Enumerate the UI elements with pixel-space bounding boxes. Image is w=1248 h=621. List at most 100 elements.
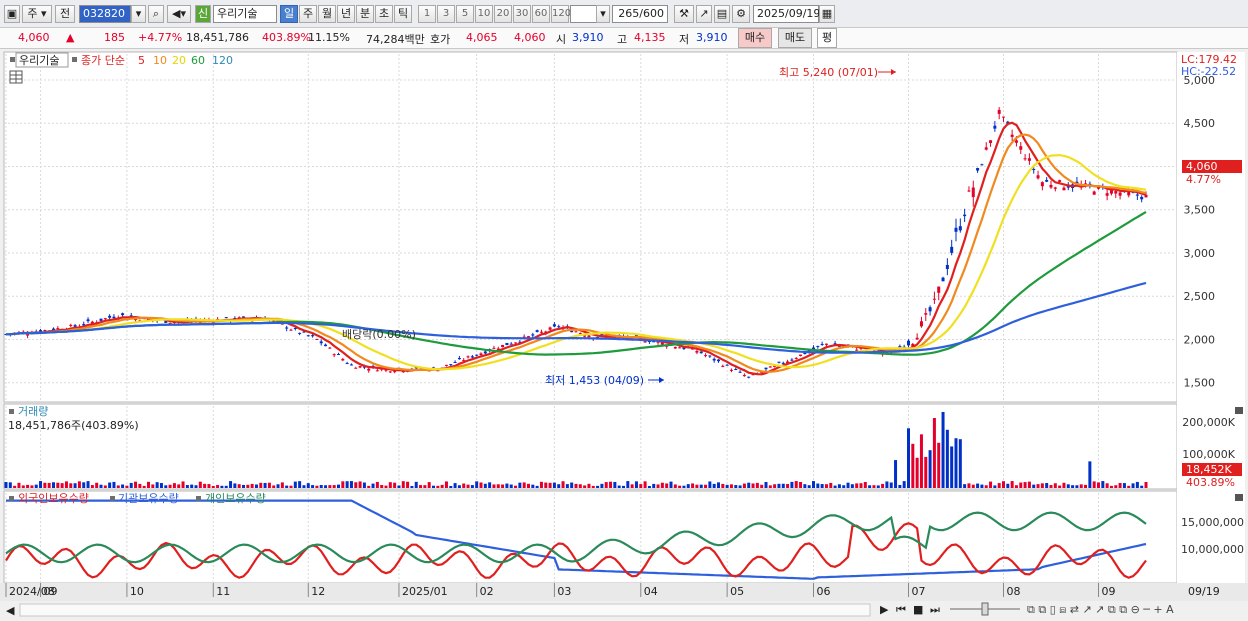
volume-bar [414,481,418,488]
average-button[interactable]: 평 [817,28,837,48]
buy-button[interactable]: 매수 [738,28,772,48]
volume-bar [488,482,492,488]
volume-bar [401,481,405,488]
draw-icon[interactable]: ↗ [696,5,712,23]
period-tab-0[interactable]: 일 [280,5,298,23]
zoom-slider-handle[interactable] [981,602,989,616]
candle-body [1040,182,1044,187]
chevron-down-icon[interactable]: ▾ [131,5,146,23]
candle-body [311,335,315,337]
last-date-label: 09/19 [1188,585,1220,598]
stop-icon[interactable]: ■ [913,603,923,616]
stock-code-input[interactable]: 032820 [79,5,131,23]
volume-bar [82,482,86,488]
volume-bar [39,481,43,488]
period-tab-5[interactable]: 초 [375,5,393,23]
volume-bar [388,482,392,488]
volume-bar [427,482,431,488]
candle-body [1010,134,1014,137]
interval-tab-10[interactable]: 10 [475,5,493,23]
period-type-label: 주 [27,7,38,20]
period-tab-3[interactable]: 년 [337,5,355,23]
period-tab-4[interactable]: 분 [356,5,374,23]
volume-bar [198,481,202,488]
volume-bar [1084,484,1088,488]
chevron-down-icon[interactable]: ▾ [596,5,610,23]
interval-tab-20[interactable]: 20 [494,5,512,23]
volume-bar [725,484,729,488]
volume-bar [462,483,466,488]
volume-bar [699,484,703,488]
interval-tab-60[interactable]: 60 [532,5,550,23]
volume-bar [945,429,949,488]
last-page-icon[interactable]: ⏭ [930,603,940,616]
volume-bar [777,483,781,488]
calendar-icon[interactable]: ▦ [819,5,835,23]
count-field[interactable]: 265/600 [612,5,668,23]
panel-close-icon[interactable] [1235,494,1243,501]
scroll-left-icon[interactable]: ◀ [6,604,15,617]
candle-body [1140,196,1144,200]
first-page-icon[interactable]: ⏮ [896,603,906,616]
candle-body [958,226,962,231]
volume-bar [954,438,958,488]
volume-bar [95,482,99,488]
volume-bar [1014,485,1018,488]
interval-tab-1[interactable]: 1 [418,5,436,23]
hc-label: HC:-22.52 [1181,65,1236,78]
volume-bar [211,485,215,488]
volume-bar [656,484,660,488]
ma-label: 종가 단순 [81,54,125,67]
period-tab-1[interactable]: 주 [299,5,317,23]
volume-bar [514,485,518,488]
volume-bar [1006,483,1010,488]
x-tick-label: 10 [130,585,144,598]
interval-tab-30[interactable]: 30 [513,5,531,23]
period-type-select[interactable]: 주 ▾ [22,5,52,23]
volume-bar [293,481,297,488]
volume-bar [384,485,388,488]
speaker-icon[interactable]: ◀▾ [167,5,191,23]
volume-bar [216,485,220,488]
period-tab-6[interactable]: 틱 [394,5,412,23]
volume-bar [565,484,569,488]
x-tick-label: 08 [1007,585,1021,598]
scroll-track[interactable] [19,603,871,617]
window-icon[interactable]: ▣ [4,5,20,23]
scroll-right-icon[interactable]: ▶ [880,603,889,616]
volume-bar [842,485,846,488]
interval-tab-5[interactable]: 5 [456,5,474,23]
x-tick-label: 09 [1102,585,1116,598]
low-annotation: 최저 1,453 (04/09) [545,374,644,387]
save-icon[interactable]: ▤ [714,5,730,23]
volume-bar [112,481,116,488]
sell-button[interactable]: 매도 [778,28,812,48]
interval-tab-3[interactable]: 3 [437,5,455,23]
interval-tab-120[interactable]: 120 [551,5,571,23]
period-tab-2[interactable]: 월 [318,5,336,23]
chart-settings-icon[interactable]: ⚒ [674,5,694,23]
search-icon[interactable]: ⌕ [148,5,164,23]
volume-y-tick: 200,000K [1182,416,1235,429]
volume-bar [302,485,306,488]
volume-bar [850,484,854,488]
prev-button[interactable]: 전 [55,5,75,23]
volume-bar [738,485,742,488]
volume-bar [755,482,759,488]
panel-close-icon[interactable] [1235,407,1243,414]
candle-body [928,307,932,312]
date-field[interactable]: 2025/09/19 [753,5,820,23]
price-y-tick: 3,000 [1184,247,1216,260]
candle-body [121,313,125,316]
price-info-bar: 4,060 ▲ 185 +4.77% 18,451,786 403.89% 11… [0,28,1248,49]
candle-body [548,327,552,330]
candle-body [492,347,496,349]
candle-body [764,367,768,370]
gear-icon[interactable]: ⚙ [732,5,750,23]
candle-body [367,368,371,371]
x-tick-label: 11 [216,585,230,598]
chart-area[interactable]: 5,0004,5004,0003,5003,0002,5002,0001,500… [0,50,1248,621]
volume-bar [734,485,738,488]
toolbox-icons[interactable]: ⧉ ⧉ ▯ ⧈ ⇄ ↗ ↗ ⧉ ⧉ ⊖ ─ + A [1027,603,1174,616]
stock-name-field[interactable]: 우리기술 [213,5,277,23]
